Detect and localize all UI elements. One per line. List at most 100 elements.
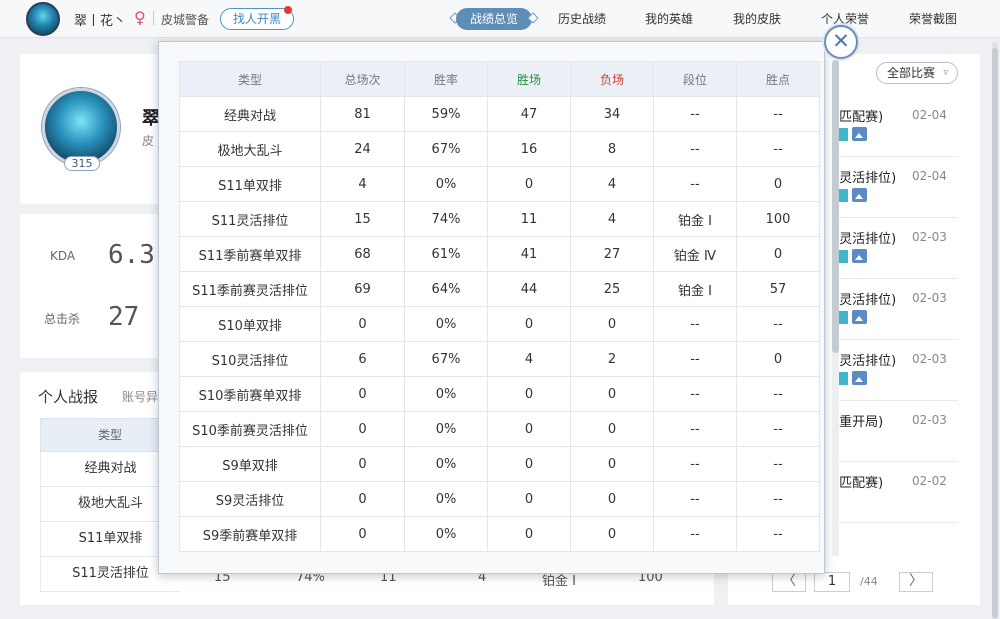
match-list-item[interactable]: (匹配赛) 02-02 bbox=[834, 462, 958, 523]
cell-wins: 0 bbox=[487, 411, 571, 447]
cell-league-points: -- bbox=[736, 96, 820, 132]
cell-type: S9单双排 bbox=[179, 446, 321, 482]
profile-avatar bbox=[42, 88, 120, 166]
page-scrollbar[interactable] bbox=[992, 48, 998, 618]
stats-row: S10灵活排位 6 67% 4 2 -- 0 bbox=[179, 341, 820, 377]
cell-win-rate: 59% bbox=[404, 96, 488, 132]
table-bottom-border bbox=[179, 551, 819, 552]
prev-page-button[interactable]: 〈 bbox=[772, 572, 806, 592]
cell-losses: 8 bbox=[570, 131, 654, 167]
cell-wins: 0 bbox=[487, 481, 571, 517]
cell-losses: 0 bbox=[570, 446, 654, 482]
tab-my-heroes[interactable]: 我的英雄 bbox=[645, 8, 693, 30]
screenshot-icon[interactable] bbox=[852, 249, 867, 263]
stats-row: S11灵活排位 15 74% 11 4 铂金 Ⅰ 100 bbox=[179, 201, 820, 237]
cell-win-rate: 0% bbox=[404, 411, 488, 447]
cell-type: 极地大乱斗 bbox=[179, 131, 321, 167]
cell-rank: 铂金 Ⅰ bbox=[653, 201, 737, 237]
screenshot-icon[interactable] bbox=[852, 188, 867, 202]
cell-league-points: 0 bbox=[736, 341, 820, 377]
cell-win-rate: 0% bbox=[404, 481, 488, 517]
match-mode: (匹配赛) bbox=[834, 476, 884, 491]
cell-losses: 4 bbox=[570, 201, 654, 237]
result-tag bbox=[838, 311, 848, 324]
next-page-button[interactable]: 〉 bbox=[899, 572, 933, 592]
stats-row: 经典对战 81 59% 47 34 -- -- bbox=[179, 96, 820, 132]
stats-row: S11单双排 4 0% 0 4 -- 0 bbox=[179, 166, 820, 202]
cell-league-points: -- bbox=[736, 516, 820, 552]
match-mode: (灵活排位) bbox=[834, 232, 897, 247]
stats-row: S11季前赛灵活排位 69 64% 44 25 铂金 Ⅰ 57 bbox=[179, 271, 820, 307]
cell-rank: -- bbox=[653, 96, 737, 132]
tab-history[interactable]: 历史战绩 bbox=[558, 8, 606, 30]
cell-losses: 2 bbox=[570, 341, 654, 377]
cell-rank: -- bbox=[653, 446, 737, 482]
screenshot-icon[interactable] bbox=[852, 371, 867, 385]
cell-win-rate: 67% bbox=[404, 131, 488, 167]
cell-total-games: 68 bbox=[320, 236, 405, 272]
cell-league-points: 0 bbox=[736, 236, 820, 272]
cell-wins: 0 bbox=[487, 306, 571, 342]
profile-server: 皮 bbox=[142, 134, 155, 148]
match-list-item[interactable]: (匹配赛) 02-04 bbox=[834, 96, 958, 157]
cell-league-points: -- bbox=[736, 376, 820, 412]
cell-type: S10季前赛单双排 bbox=[179, 376, 321, 412]
cell-rank: -- bbox=[653, 306, 737, 342]
screenshot-icon[interactable] bbox=[852, 127, 867, 141]
chevron-down-icon: ▿ bbox=[943, 68, 948, 78]
avatar[interactable] bbox=[26, 2, 60, 36]
close-icon[interactable]: ✕ bbox=[824, 25, 858, 59]
match-date: 02-03 bbox=[912, 352, 947, 366]
stats-row: S9单双排 0 0% 0 0 -- -- bbox=[179, 446, 820, 482]
cell-rank: -- bbox=[653, 376, 737, 412]
username: 翠丨花丶 bbox=[74, 14, 127, 29]
cell-league-points: -- bbox=[736, 481, 820, 517]
cell-win-rate: 67% bbox=[404, 341, 488, 377]
cell-wins: 0 bbox=[487, 446, 571, 482]
match-list-item[interactable]: (灵活排位) 02-03 bbox=[834, 340, 958, 401]
page-number-input[interactable]: 1 bbox=[814, 572, 850, 592]
cell-rank: -- bbox=[653, 411, 737, 447]
match-mode: (匹配赛) bbox=[834, 110, 884, 125]
cell-losses: 34 bbox=[570, 96, 654, 132]
tab-honor-screenshots[interactable]: 荣誉截图 bbox=[909, 8, 957, 30]
match-list-item[interactable]: (灵活排位) 02-03 bbox=[834, 279, 958, 340]
tab-overview[interactable]: 战绩总览 bbox=[456, 8, 533, 30]
cell-wins: 47 bbox=[487, 96, 571, 132]
cell-losses: 25 bbox=[570, 271, 654, 307]
cell-rank: 铂金 Ⅰ bbox=[653, 271, 737, 307]
cell-total-games: 69 bbox=[320, 271, 405, 307]
cell-losses: 0 bbox=[570, 481, 654, 517]
match-mode: (灵活排位) bbox=[834, 171, 897, 186]
cell-win-rate: 0% bbox=[404, 306, 488, 342]
match-filter-select[interactable]: 全部比赛 ▿ bbox=[876, 62, 958, 84]
cell-total-games: 0 bbox=[320, 446, 405, 482]
stats-row: S10季前赛单双排 0 0% 0 0 -- -- bbox=[179, 376, 820, 412]
match-date: 02-04 bbox=[912, 108, 947, 122]
cell-wins: 0 bbox=[487, 166, 571, 202]
female-gender-icon: ♀ bbox=[134, 8, 146, 27]
cell-total-games: 81 bbox=[320, 96, 405, 132]
match-date: 02-03 bbox=[912, 230, 947, 244]
match-list-item[interactable]: (灵活排位) 02-03 bbox=[834, 218, 958, 279]
match-list-item[interactable]: (灵活排位) 02-04 bbox=[834, 157, 958, 218]
match-mode: (重开局) bbox=[834, 415, 884, 430]
cell-type: S11季前赛灵活排位 bbox=[179, 271, 321, 307]
tab-my-skins[interactable]: 我的皮肤 bbox=[733, 8, 781, 30]
level-badge: 315 bbox=[64, 156, 100, 171]
find-teammates-button[interactable]: 找人开黑 bbox=[220, 8, 294, 30]
modal-scrollbar[interactable] bbox=[832, 60, 839, 353]
cell-total-games: 0 bbox=[320, 516, 405, 552]
notification-dot bbox=[284, 6, 292, 14]
header-total-games: 总场次 bbox=[320, 61, 405, 97]
stats-row: S9季前赛单双排 0 0% 0 0 -- -- bbox=[179, 516, 820, 552]
kda-value: 6.3 bbox=[108, 240, 155, 270]
divider bbox=[153, 11, 154, 25]
cell-league-points: -- bbox=[736, 131, 820, 167]
screenshot-icon[interactable] bbox=[852, 310, 867, 324]
stats-header-row: 类型 总场次 胜率 胜场 负场 段位 胜点 bbox=[179, 61, 820, 97]
cell-losses: 0 bbox=[570, 516, 654, 552]
cell-league-points: -- bbox=[736, 446, 820, 482]
cell-type: S10单双排 bbox=[179, 306, 321, 342]
match-list-item[interactable]: (重开局) 02-03 bbox=[834, 401, 958, 462]
